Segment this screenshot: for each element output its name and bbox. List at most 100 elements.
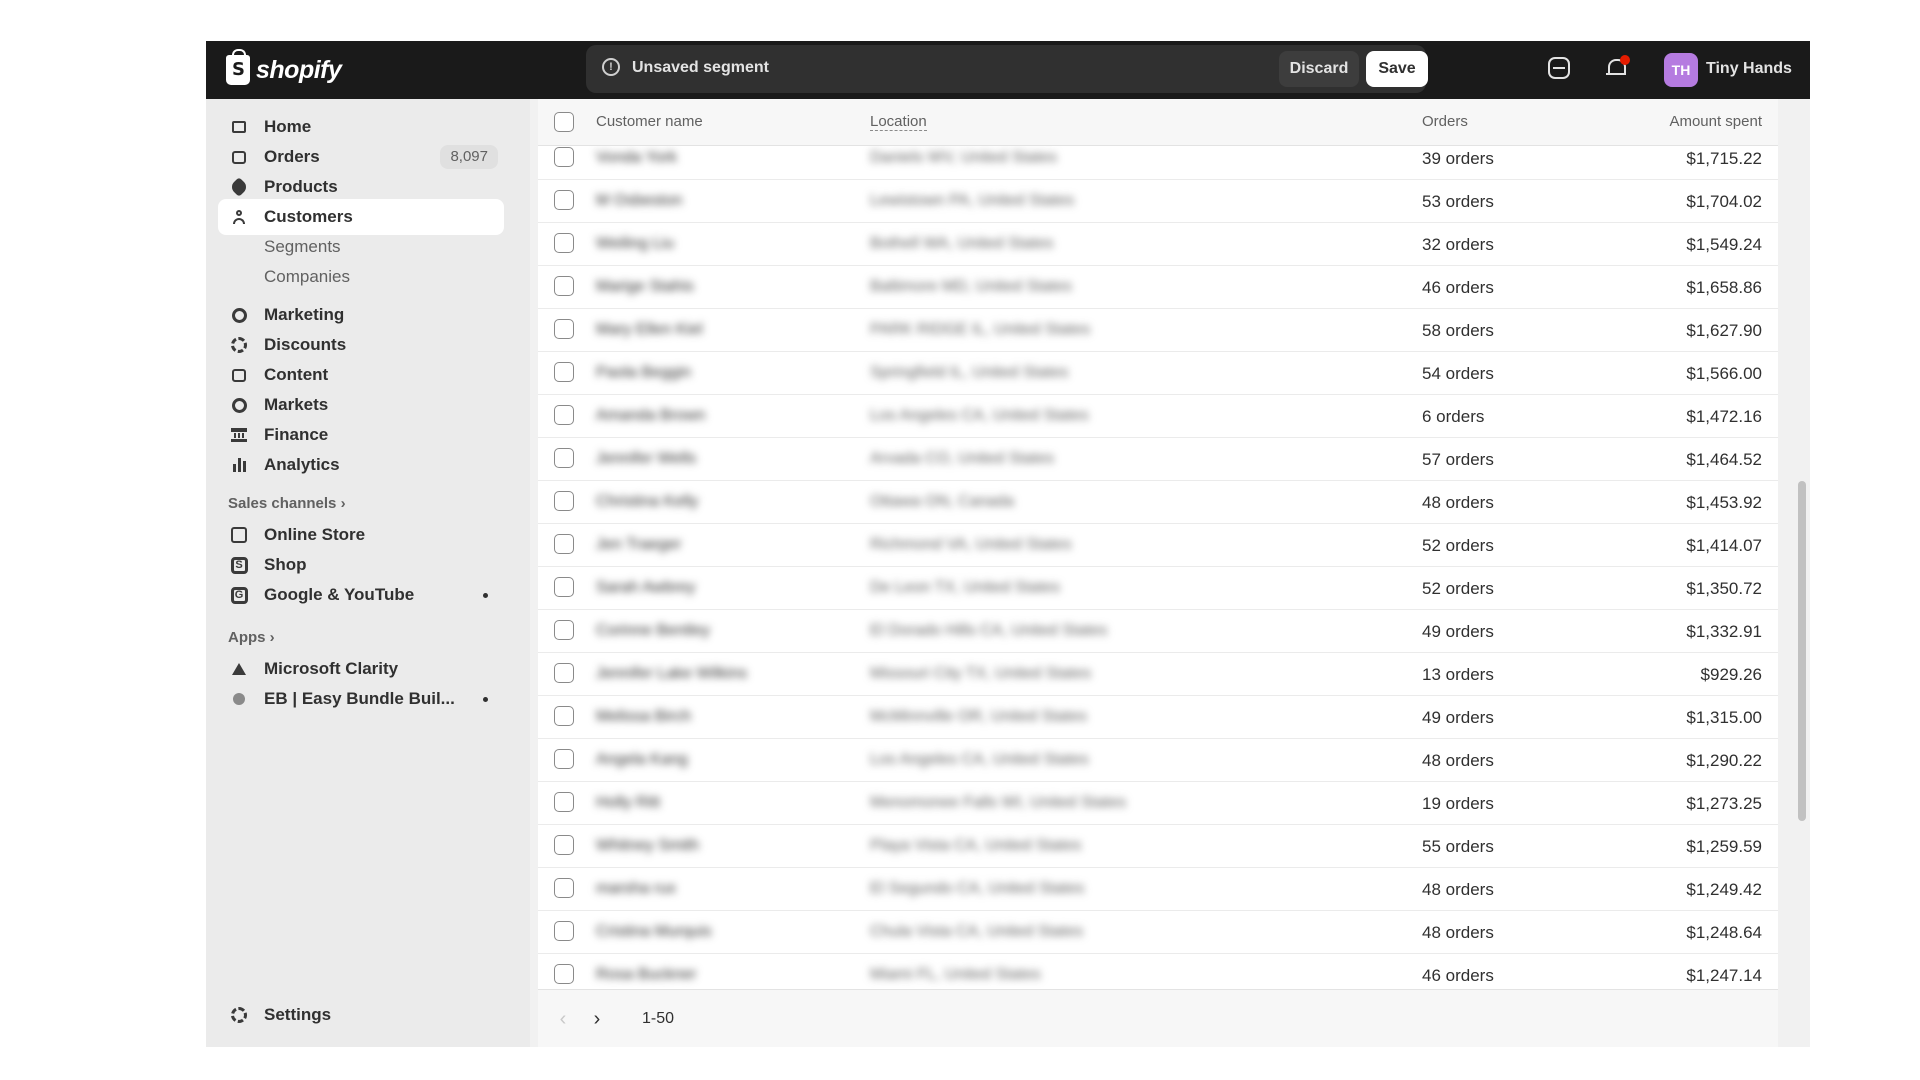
row-checkbox[interactable] [554, 534, 574, 554]
row-checkbox[interactable] [554, 362, 574, 382]
table-row[interactable]: Whitney Smith Playa Vista CA, United Stat… [538, 824, 1778, 868]
sidebar-item-analytics[interactable]: Analytics [218, 447, 504, 483]
sidebar-item-label: Online Store [264, 525, 366, 544]
customer-location: De Leon TX, United States [870, 579, 1061, 596]
sidebar-item-easy-bundle[interactable]: EB | Easy Bundle Buil... [218, 681, 504, 717]
order-count: 48 orders [1422, 751, 1494, 770]
amount-spent: $1,453.92 [1686, 493, 1762, 512]
sidebar-item-label: Microsoft Clarity [264, 659, 399, 678]
table-row[interactable]: Cristina Murquis Chula Vista CA, United S… [538, 910, 1778, 954]
amount-spent: $1,464.52 [1686, 450, 1762, 469]
save-button[interactable]: Save [1366, 51, 1428, 87]
store-name[interactable]: Tiny Hands [1706, 60, 1792, 78]
row-checkbox[interactable] [554, 147, 574, 167]
apps-label: Apps [228, 629, 266, 646]
shop-icon: S [230, 556, 248, 574]
sidebar-item-label: Discounts [264, 335, 347, 354]
order-count: 48 orders [1422, 923, 1494, 942]
amount-spent: $1,247.14 [1686, 966, 1762, 985]
bell-icon[interactable] [1604, 53, 1630, 81]
chevron-right-icon: › [340, 495, 346, 512]
customer-name: Christina Kelly [596, 493, 699, 510]
row-checkbox[interactable] [554, 706, 574, 726]
sidebar-item-companies[interactable]: Companies [218, 259, 504, 295]
row-checkbox[interactable] [554, 749, 574, 769]
sales-channels-header[interactable]: Sales channels › [228, 495, 346, 512]
column-location[interactable]: Location [870, 113, 927, 131]
customer-location: Arvada CO, United States [870, 450, 1055, 467]
column-orders[interactable]: Orders [1422, 113, 1468, 130]
table-row[interactable]: Angela Kang Los Angeles CA, United States… [538, 738, 1778, 782]
customer-name: Amanda Brown [596, 407, 706, 424]
table-row[interactable]: marsha rux El Segundo CA, United States 48… [538, 867, 1778, 911]
row-checkbox[interactable] [554, 878, 574, 898]
table-row[interactable]: Mary Ellen Kiel PARK RIDGE IL, United Sta… [538, 308, 1778, 352]
table-row[interactable]: Jen Traeger Richmond VA, United States 52 … [538, 523, 1778, 567]
pinned-dot [483, 593, 488, 598]
shopify-logo[interactable]: shopify [226, 49, 342, 89]
customer-name: Mary Ellen Kiel [596, 321, 703, 338]
row-checkbox[interactable] [554, 964, 574, 984]
next-page-button[interactable]: › [582, 1004, 612, 1034]
customer-location: Richmond VA, United States [870, 536, 1072, 553]
sidebar-item-label: Markets [264, 395, 329, 414]
row-checkbox[interactable] [554, 276, 574, 296]
sidebar-item-settings[interactable]: Settings [218, 997, 504, 1033]
customer-location: El Segundo CA, United States [870, 880, 1085, 897]
help-icon[interactable] [1548, 57, 1570, 79]
table-row[interactable]: Weiling Liu Bothell WA, United States 32 o… [538, 222, 1778, 266]
sidebar-item-google-youtube[interactable]: G Google & YouTube [218, 577, 504, 613]
table-header: Customer name Location Orders Amount spe… [538, 99, 1778, 146]
column-customer-name[interactable]: Customer name [596, 113, 703, 130]
row-checkbox[interactable] [554, 448, 574, 468]
column-amount-spent[interactable]: Amount spent [1669, 113, 1762, 130]
discard-button[interactable]: Discard [1279, 51, 1359, 87]
customer-location: Los Angeles CA, United States [870, 751, 1089, 768]
scrollbar-thumb[interactable] [1798, 481, 1806, 821]
row-checkbox[interactable] [554, 792, 574, 812]
scrollbar[interactable] [1798, 141, 1806, 1047]
table-row[interactable]: Melissa Birch McMinnville OR, United Stat… [538, 695, 1778, 739]
customer-location: Daniels WV, United States [870, 149, 1058, 166]
row-checkbox[interactable] [554, 577, 574, 597]
table-row[interactable]: Amanda Brown Los Angeles CA, United State… [538, 394, 1778, 438]
table-row[interactable]: Christina Kelly Ottawa ON, Canada 48 order… [538, 480, 1778, 524]
sidebar: Home Orders 8,097 Products Customers Seg… [206, 99, 530, 1047]
row-checkbox[interactable] [554, 405, 574, 425]
previous-page-button[interactable]: ‹ [548, 1004, 578, 1034]
table-row[interactable]: Corinne Bentley El Dorado Hills CA, Unite… [538, 609, 1778, 653]
row-checkbox[interactable] [554, 835, 574, 855]
order-count: 48 orders [1422, 880, 1494, 899]
customer-location: Ottawa ON, Canada [870, 493, 1015, 510]
table-row[interactable]: Holly Ritt Menomonee Falls WI, United Sta… [538, 781, 1778, 825]
amount-spent: $1,315.00 [1686, 708, 1762, 727]
table-row[interactable]: Jennifer Wells Arvada CO, United States 57… [538, 437, 1778, 481]
select-all-checkbox[interactable] [554, 112, 574, 132]
sidebar-item-label: Customers [264, 207, 353, 226]
row-checkbox[interactable] [554, 663, 574, 683]
row-checkbox[interactable] [554, 190, 574, 210]
row-checkbox[interactable] [554, 233, 574, 253]
table-row[interactable]: Sarah Awbrey De Leon TX, United States 52 … [538, 566, 1778, 610]
row-checkbox[interactable] [554, 921, 574, 941]
customer-name: Whitney Smith [596, 837, 700, 854]
customer-name: marsha rux [596, 880, 677, 897]
table-row[interactable]: Paola Beggin Springfield IL, United State… [538, 351, 1778, 395]
amount-spent: $1,566.00 [1686, 364, 1762, 383]
avatar[interactable]: TH [1664, 53, 1698, 87]
row-checkbox[interactable] [554, 491, 574, 511]
amount-spent: $1,414.07 [1686, 536, 1762, 555]
table-row[interactable]: Vonda York Daniels WV, United States 39 or… [538, 146, 1778, 180]
customer-name: Weiling Liu [596, 235, 674, 252]
segment-status: Unsaved segment [632, 59, 769, 76]
table-row[interactable]: Jennifer Lake Wilkins Missouri City TX, U… [538, 652, 1778, 696]
amount-spent: $1,249.42 [1686, 880, 1762, 899]
row-checkbox[interactable] [554, 620, 574, 640]
amount-spent: $1,627.90 [1686, 321, 1762, 340]
table-row[interactable]: Marige Stahis Baltimore MD, United States… [538, 265, 1778, 309]
order-count: 49 orders [1422, 622, 1494, 641]
row-checkbox[interactable] [554, 319, 574, 339]
customer-location: Missouri City TX, United States [870, 665, 1092, 682]
table-row[interactable]: M Osbeston Lewistown PA, United States 53 … [538, 179, 1778, 223]
apps-header[interactable]: Apps › [228, 629, 275, 646]
